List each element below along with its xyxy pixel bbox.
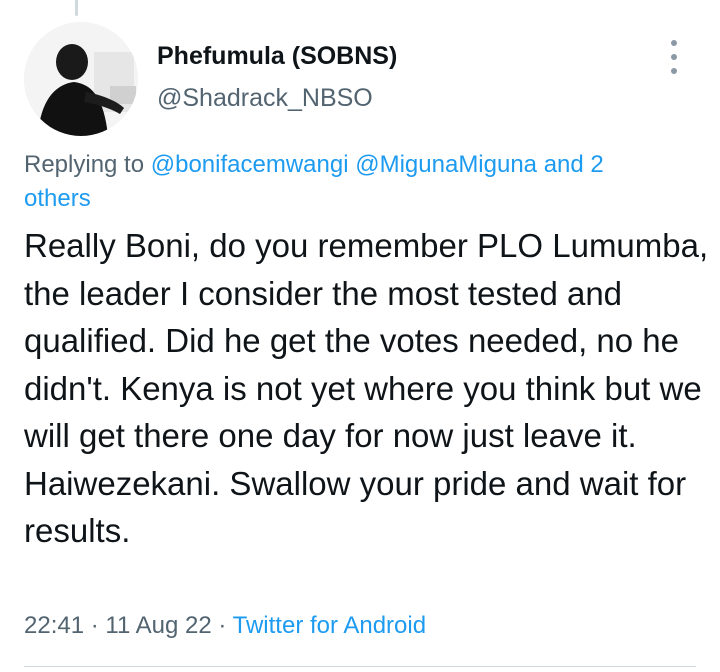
meta-separator: · (218, 612, 227, 639)
replying-prefix: Replying to (24, 151, 145, 178)
divider (24, 666, 696, 667)
tweet-source[interactable]: Twitter for Android (233, 612, 426, 639)
more-dot (671, 54, 677, 60)
tweet-time[interactable]: 22:41 (24, 612, 84, 639)
more-dot (671, 40, 677, 46)
tweet-text: Really Boni, do you remember PLO Lumumba… (24, 227, 709, 549)
replying-to-line: Replying to @bonifacemwangi @MigunaMigun… (24, 148, 664, 216)
mention-bonifacemwangi[interactable]: @bonifacemwangi (151, 151, 349, 178)
mention-migunamiguna[interactable]: @MigunaMiguna (355, 151, 537, 178)
tweet-metadata: 22:41 · 11 Aug 22 · Twitter for Android (24, 612, 426, 640)
author-handle[interactable]: @Shadrack_NBSO (157, 84, 373, 113)
more-dot (671, 68, 677, 74)
tweet-header: Phefumula (SOBNS) @Shadrack_NBSO (24, 22, 700, 142)
meta-separator: · (90, 612, 99, 639)
thread-connector-line (75, 0, 78, 16)
author-name[interactable]: Phefumula (SOBNS) (157, 42, 397, 71)
author-avatar[interactable] (24, 22, 138, 136)
tweet-date[interactable]: 11 Aug 22 (105, 612, 211, 639)
more-vertical-icon[interactable] (662, 40, 686, 74)
